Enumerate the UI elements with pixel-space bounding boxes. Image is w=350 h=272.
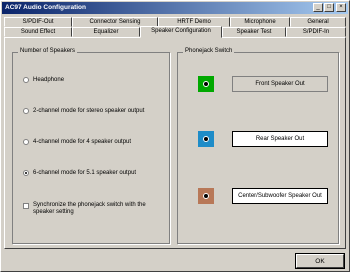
radio-label: 4-channel mode for 4 speaker output bbox=[33, 139, 132, 145]
pink-phonejack-icon bbox=[198, 188, 214, 204]
ok-button[interactable]: OK bbox=[295, 253, 345, 269]
radio-button-checked-icon[interactable] bbox=[23, 170, 29, 176]
radio-button-icon[interactable] bbox=[23, 139, 29, 145]
sync-label-line-2: speaker setting bbox=[33, 209, 74, 215]
tab-speaker-test[interactable]: Speaker Test bbox=[222, 27, 286, 37]
sync-phonejack-checkbox[interactable]: Synchronize the phonejack switch with th… bbox=[23, 202, 146, 216]
front-speaker-out-button[interactable]: Front Speaker Out bbox=[232, 76, 328, 92]
title-bar[interactable]: AC97 Audio Configuration _ □ × bbox=[2, 2, 348, 14]
tab-general[interactable]: General bbox=[290, 17, 346, 27]
radio-headphone[interactable]: Headphone bbox=[23, 77, 64, 83]
phonejack-switch-group: Phonejack Switch Front Speaker Out Rear … bbox=[177, 48, 339, 244]
speaker-config-panel: Number of Speakers Headphone 2-channel m… bbox=[4, 37, 346, 249]
center-subwoofer-out-button[interactable]: Center/Subwoofer Speaker Out bbox=[232, 188, 328, 204]
minimize-button[interactable]: _ bbox=[313, 3, 323, 12]
window-title: AC97 Audio Configuration bbox=[5, 4, 87, 11]
number-of-speakers-group: Number of Speakers Headphone 2-channel m… bbox=[12, 48, 170, 244]
tab-sound-effect[interactable]: Sound Effect bbox=[4, 27, 72, 37]
maximize-button[interactable]: □ bbox=[324, 3, 334, 12]
tab-equalizer[interactable]: Equalizer bbox=[72, 27, 140, 37]
tab-spdif-out[interactable]: S/PDIF-Out bbox=[4, 17, 72, 27]
radio-2-channel[interactable]: 2-channel mode for stereo speaker output bbox=[23, 108, 144, 114]
phonejack-switch-title: Phonejack Switch bbox=[183, 48, 235, 54]
checkbox-icon[interactable] bbox=[23, 203, 29, 209]
radio-button-icon[interactable] bbox=[23, 108, 29, 114]
audio-config-window: AC97 Audio Configuration _ □ × S/PDIF-Ou… bbox=[0, 0, 350, 272]
tab-speaker-configuration[interactable]: Speaker Configuration bbox=[140, 26, 222, 38]
radio-label: 6-channel mode for 5.1 speaker output bbox=[33, 170, 137, 176]
close-button[interactable]: × bbox=[336, 3, 346, 12]
sync-label-line-1: Synchronize the phonejack switch with th… bbox=[33, 202, 146, 208]
green-phonejack-icon bbox=[198, 76, 214, 92]
blue-phonejack-icon bbox=[198, 131, 214, 147]
tab-spdif-in[interactable]: S/PDIF-In bbox=[286, 27, 346, 37]
sync-phonejack-label: Synchronize the phonejack switch with th… bbox=[33, 202, 146, 216]
rear-speaker-out-button[interactable]: Rear Speaker Out bbox=[232, 131, 328, 147]
radio-label: 2-channel mode for stereo speaker output bbox=[33, 108, 145, 114]
radio-4-channel[interactable]: 4-channel mode for 4 speaker output bbox=[23, 139, 131, 145]
number-of-speakers-title: Number of Speakers bbox=[18, 48, 78, 54]
tab-row-2: Sound Effect Equalizer Speaker Configura… bbox=[4, 26, 346, 38]
radio-label: Headphone bbox=[33, 77, 65, 83]
tab-microphone[interactable]: Microphone bbox=[230, 17, 290, 27]
radio-button-icon[interactable] bbox=[23, 77, 29, 83]
radio-6-channel[interactable]: 6-channel mode for 5.1 speaker output bbox=[23, 170, 136, 176]
